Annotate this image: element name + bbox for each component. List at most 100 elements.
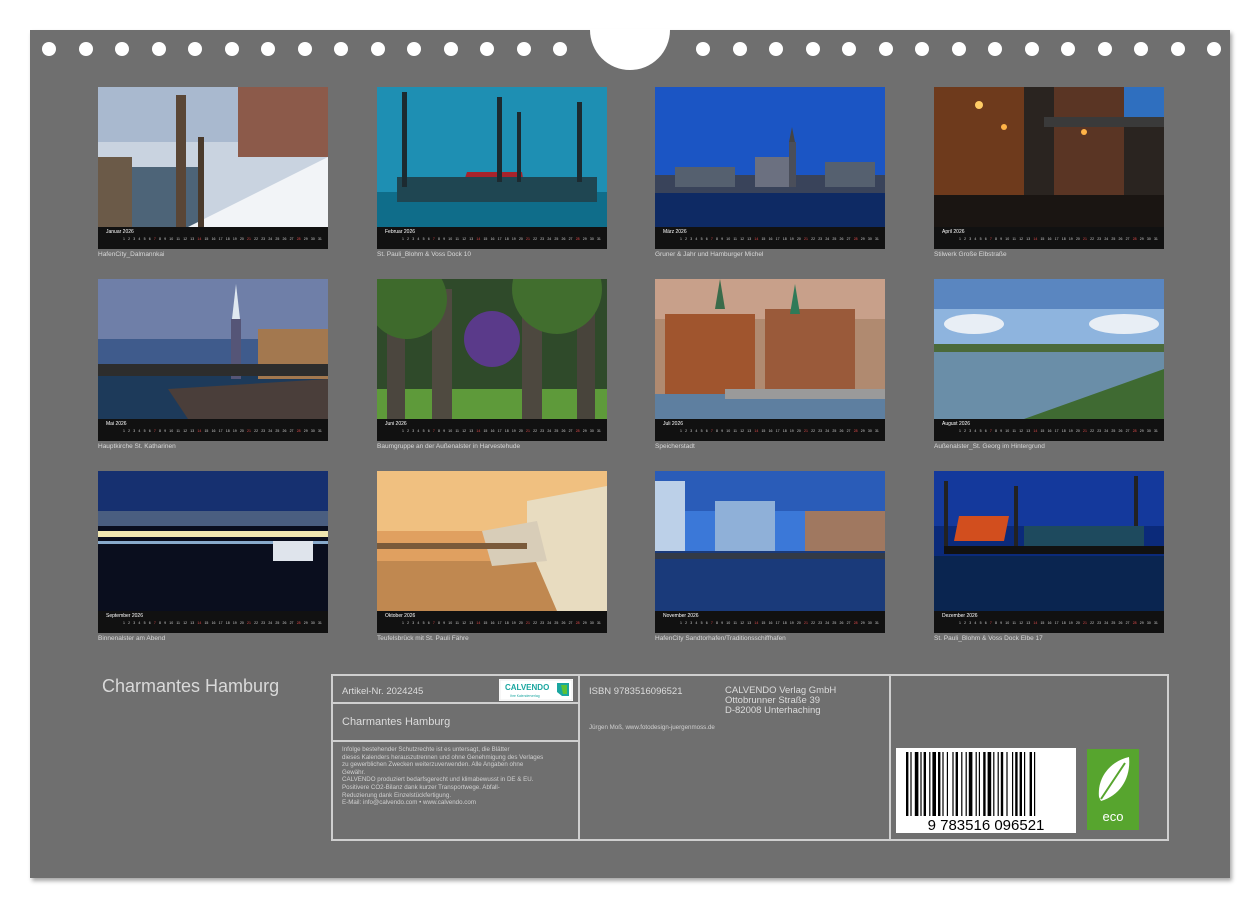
month-calendar-strip: Oktober 2026 1 2 3 4 5 6 7 8 9 10 11 12 13 14 15 16 17 18 1… xyxy=(377,611,607,633)
month-photo xyxy=(98,279,328,419)
month-name: August 2026 xyxy=(942,421,971,427)
month-calendar-strip: Februar 2026 1 2 3 4 5 6 7 8 9 10 11 12 13 14 15 16 17 18 1… xyxy=(377,227,607,249)
month-photo xyxy=(934,471,1164,611)
photo-caption: HafenCity_Dalmannkai xyxy=(98,251,165,258)
barcode-bar xyxy=(946,752,948,816)
barcode-bar xyxy=(1000,752,1004,816)
day-numbers: 1 2 3 4 5 6 7 8 9 10 11 12 13 14 15 16 17 18 19 20 21 22 23 24 2… xyxy=(402,237,601,241)
barcode-bar xyxy=(914,752,919,816)
month-calendar-strip: August 2026 1 2 3 4 5 6 7 8 9 10 11 12 13 14 15 16 17 18 19… xyxy=(934,419,1164,441)
isbn-barcode: 9 783516 096521 xyxy=(896,748,1076,834)
photo-caption: HafenCity Sandtorhafen/Traditionsschiffh… xyxy=(655,635,786,642)
day-numbers: 1 2 3 4 5 6 7 8 9 10 11 12 13 14 15 16 17 18 19 20 21 22 23 24 2… xyxy=(959,237,1158,241)
author-credit: Jürgen Moß, www.fotodesign-juergenmoss.d… xyxy=(589,724,715,731)
barcode-bar xyxy=(975,752,977,816)
barcode-bar xyxy=(910,752,912,816)
product-info-box: Artikel-Nr. 2024245 CALVENDO Ihre Kalend… xyxy=(331,674,1169,841)
divider xyxy=(333,740,578,742)
binding-hole xyxy=(334,42,348,56)
legal-line: Reduzierung dank Einzelstückfertigung. xyxy=(342,791,452,799)
binding-hole xyxy=(407,42,421,56)
binding-hole xyxy=(951,42,966,56)
day-numbers: 1 2 3 4 5 6 7 8 9 10 11 12 13 14 15 16 17 18 19 20 21 22 23 24 2… xyxy=(959,621,1158,625)
barcode-bar xyxy=(978,752,980,816)
month-photo xyxy=(934,87,1164,227)
divider xyxy=(889,676,891,839)
photo-caption: Teufelsbrück mit St. Pauli Fähre xyxy=(377,635,469,642)
barcode-bar xyxy=(942,752,944,816)
barcode-bar xyxy=(1034,752,1036,816)
month-name: Januar 2026 xyxy=(106,229,134,235)
month-calendar-strip: April 2026 1 2 3 4 5 6 7 8 9 10 11 12 13 14 15 16 17 18 19 2… xyxy=(934,227,1164,249)
barcode-number: 9 783516 096521 xyxy=(928,817,1045,833)
month-name: Dezember 2026 xyxy=(942,613,978,619)
legal-line: E-Mail: info@calvendo.com • www.calvendo… xyxy=(342,799,476,807)
binding-hole xyxy=(115,42,129,56)
barcode-bar xyxy=(983,752,986,816)
binding-hole xyxy=(915,42,929,56)
month-name: März 2026 xyxy=(663,229,687,235)
eco-text: eco xyxy=(1103,809,1124,824)
article-number: Artikel-Nr. 2024245 xyxy=(342,686,424,697)
legal-line: Positivere CO2-Bilanz dank kurzer Transp… xyxy=(342,784,500,791)
binding-hole xyxy=(988,42,1002,56)
barcode-bar xyxy=(987,752,992,816)
photo-caption: Stilwerk Große Elbstraße xyxy=(934,251,1007,258)
isbn: ISBN 9783516096521 xyxy=(589,686,683,697)
month-calendar-strip: September 2026 1 2 3 4 5 6 7 8 9 10 11 12 13 14 15 16 17 1… xyxy=(98,611,328,633)
binding-hole xyxy=(261,42,275,56)
day-numbers: 1 2 3 4 5 6 7 8 9 10 11 12 13 14 15 16 17 18 19 20 21 22 23 24 2… xyxy=(402,621,601,625)
publisher-address: CALVENDO Verlag GmbH Ottobrunner Straße … xyxy=(725,686,836,716)
binding-hole xyxy=(805,42,820,56)
month-name: Juni 2026 xyxy=(385,421,407,427)
month-photo xyxy=(655,279,885,419)
calendar-title: Charmantes Hamburg xyxy=(102,676,280,696)
binding-hole xyxy=(696,42,710,56)
legal-line: dieses Kalenders herauszutrennen und ohn… xyxy=(342,753,544,761)
eco-label: eco xyxy=(1087,749,1139,830)
photo-caption: Binnenalster am Abend xyxy=(98,635,166,642)
month-photo xyxy=(98,471,328,611)
binding-hole xyxy=(370,42,385,56)
binding-hole xyxy=(443,42,458,56)
photo-caption: Hauptkirche St. Katharinen xyxy=(98,443,176,450)
month-photo xyxy=(377,279,607,419)
binding-hole xyxy=(188,42,202,56)
binding-hole xyxy=(1134,42,1148,56)
barcode-bar xyxy=(961,752,963,816)
day-numbers: 1 2 3 4 5 6 7 8 9 10 11 12 13 14 15 16 17 18 19 20 21 22 23 24 2… xyxy=(123,237,322,241)
binding-hole xyxy=(1024,42,1039,56)
barcode-bar xyxy=(968,752,973,816)
leaf-icon: eco xyxy=(1087,749,1139,830)
day-numbers: 1 2 3 4 5 6 7 8 9 10 11 12 13 14 15 16 17 18 19 20 21 22 23 24 2… xyxy=(123,429,322,433)
calendar-back-cover: Januar 2026 1 2 3 4 5 6 7 8 9 10 11 12 13 14 15 16 17 18 19… xyxy=(30,29,1230,878)
binding-hole xyxy=(151,42,166,56)
month-photo xyxy=(377,471,607,611)
photo-caption: Speicherstadt xyxy=(655,443,695,450)
barcode-bar xyxy=(929,752,931,816)
publisher-line: D-82008 Unterhaching xyxy=(725,705,821,716)
binding-hole xyxy=(1170,42,1185,56)
calvendo-logo-text: CALVENDO xyxy=(505,683,549,692)
legal-line: Infolge bestehender Schutzrechte ist es … xyxy=(342,746,510,753)
month-name: Mai 2026 xyxy=(106,421,127,427)
barcode-bar xyxy=(932,752,936,816)
binding-hole xyxy=(1207,42,1221,56)
box-title: Charmantes Hamburg xyxy=(342,716,451,728)
month-calendar-strip: Juni 2026 1 2 3 4 5 6 7 8 9 10 11 12 13 14 15 16 17 18 19 20… xyxy=(377,419,607,441)
month-calendar-strip: November 2026 1 2 3 4 5 6 7 8 9 10 11 12 13 14 15 16 17 18… xyxy=(655,611,885,633)
barcode-bar xyxy=(955,752,958,816)
day-numbers: 1 2 3 4 5 6 7 8 9 10 11 12 13 14 15 16 17 18 19 20 21 22 23 24 2… xyxy=(959,429,1158,433)
binding-hole xyxy=(1097,42,1112,56)
binding-hole xyxy=(78,42,93,56)
photo-caption: Baumgruppe an der Außenalster in Harvest… xyxy=(377,443,521,450)
hanger-notch xyxy=(590,29,670,70)
barcode-bar xyxy=(1019,752,1022,816)
month-photo xyxy=(98,87,328,227)
binding-hole xyxy=(1061,42,1075,56)
binding-hole xyxy=(769,42,783,56)
binding-hole xyxy=(878,42,893,56)
photo-caption: St. Pauli_Blohm & Voss Dock 10 xyxy=(377,251,471,258)
month-name: November 2026 xyxy=(663,613,699,619)
month-calendar-strip: Dezember 2026 1 2 3 4 5 6 7 8 9 10 11 12 13 14 15 16 17 18… xyxy=(934,611,1164,633)
